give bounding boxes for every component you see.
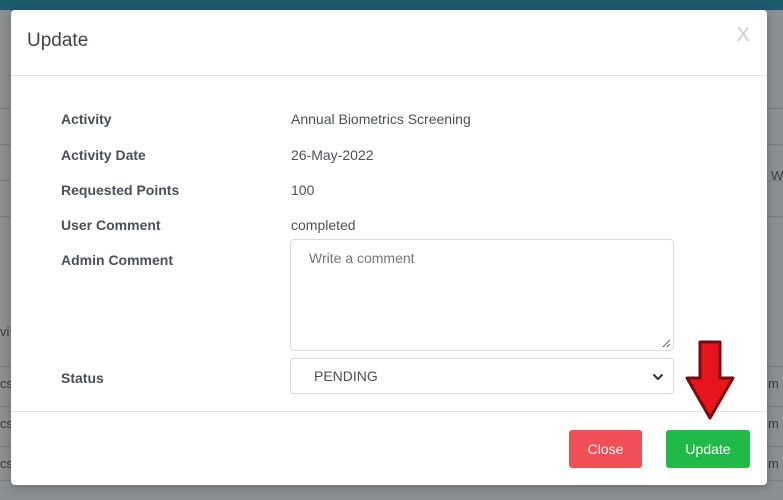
user-comment-value: completed	[291, 217, 356, 233]
activity-value: Annual Biometrics Screening	[291, 111, 471, 127]
arrow-down-icon	[685, 340, 735, 420]
background-text: m	[768, 416, 779, 431]
activity-label: Activity	[61, 111, 112, 127]
activity-date-value: 26-May-2022	[291, 147, 374, 163]
status-select[interactable]: PENDING	[290, 358, 674, 394]
requested-points-label: Requested Points	[61, 182, 180, 198]
background-text: W	[771, 168, 783, 183]
modal-title: Update	[27, 30, 89, 51]
user-comment-label: User Comment	[61, 217, 161, 233]
background-text: vi	[0, 324, 10, 339]
resize-handle-icon[interactable]	[661, 338, 671, 348]
status-label: Status	[61, 370, 104, 386]
modal-header: Update X	[11, 10, 767, 76]
modal-footer: Close Update	[11, 411, 767, 485]
requested-points-value: 100	[291, 182, 315, 198]
admin-comment-label: Admin Comment	[61, 252, 173, 268]
close-icon[interactable]: X	[737, 24, 750, 47]
modal-body: Activity Annual Biometrics Screening Act…	[11, 76, 767, 411]
update-button[interactable]: Update	[666, 430, 750, 468]
close-button[interactable]: Close	[569, 430, 642, 468]
activity-date-label: Activity Date	[61, 147, 146, 163]
background-text: m	[768, 456, 779, 471]
status-selected-value: PENDING	[314, 368, 378, 384]
update-modal: Update X Activity Annual Biometrics Scre…	[11, 10, 767, 485]
admin-comment-input[interactable]	[290, 239, 674, 351]
chevron-down-icon	[653, 374, 663, 380]
background-header-bar	[0, 0, 783, 10]
background-text: m	[768, 376, 779, 391]
